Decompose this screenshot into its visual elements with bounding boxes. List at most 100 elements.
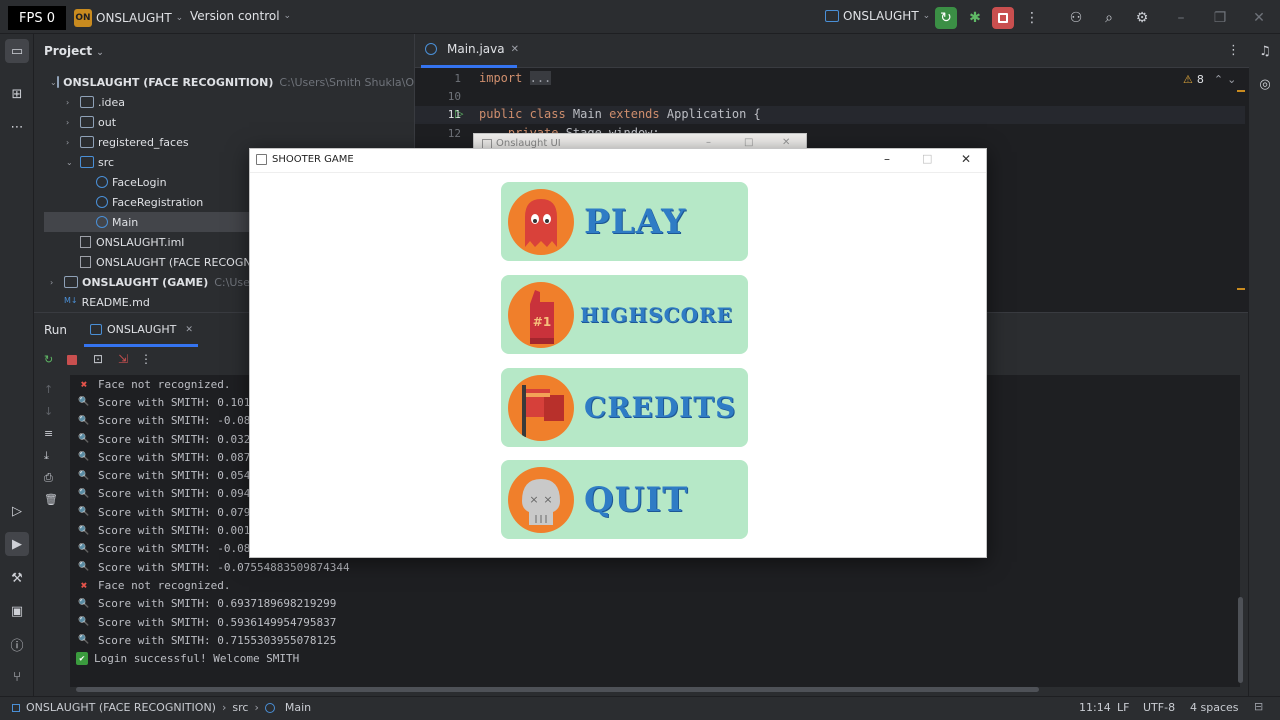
error-cross-icon: ✖ [80, 578, 88, 592]
run-tab[interactable]: Run [44, 323, 67, 337]
add-user-icon[interactable]: ⚇ [1065, 7, 1087, 29]
editor-more-icon[interactable]: ⋮ [1227, 43, 1240, 58]
structure-tool-icon[interactable]: ⊞ [5, 82, 29, 106]
tab-label: Main.java [447, 42, 505, 56]
close-tab-icon[interactable]: ✕ [185, 325, 193, 335]
run-gutter-icon[interactable]: ▷ [455, 107, 463, 120]
caret-position[interactable]: 11:14 [1079, 701, 1111, 714]
tree-item[interactable]: › out [44, 112, 414, 132]
services-tool-icon[interactable]: ▷ [5, 499, 29, 523]
horizontal-scrollbar[interactable] [76, 687, 1039, 692]
magnifier-icon: 🔍 [78, 470, 90, 481]
project-panel-title[interactable]: Project ⌄ [44, 44, 104, 58]
more-options-icon[interactable]: ⋮ [140, 352, 152, 366]
chevron-right-icon[interactable]: › [66, 138, 80, 147]
build-tool-icon[interactable]: ⚒ [5, 566, 29, 590]
clear-console-icon[interactable]: 🗑 [44, 493, 58, 506]
tree-item-label: ONSLAUGHT.iml [96, 235, 185, 249]
soft-wrap-icon[interactable]: ≡ [44, 427, 53, 440]
module-icon [12, 703, 20, 712]
chevron-down-icon[interactable]: ⌄ [50, 78, 57, 87]
close-tab-icon[interactable]: ✕ [511, 44, 519, 55]
terminal-tool-icon[interactable]: ▣ [5, 599, 29, 623]
close-window-icon[interactable]: ✕ [1248, 7, 1270, 29]
close-icon[interactable]: ✕ [782, 137, 790, 148]
exit-icon[interactable]: ⇲ [118, 352, 128, 366]
chevron-down-icon: ⌄ [175, 13, 184, 23]
read-only-icon[interactable]: ⊟ [1254, 700, 1263, 713]
play-button[interactable]: PLAY [501, 182, 748, 261]
run-tool-icon[interactable]: ▶ [5, 532, 29, 556]
debug-icon[interactable]: ✱ [964, 7, 986, 29]
quit-button[interactable]: × × QUIT [501, 460, 748, 539]
project-badge: ON [74, 9, 92, 27]
scroll-down-icon[interactable]: ↓ [44, 405, 53, 418]
svg-text:×: × [529, 493, 538, 506]
console-line-text: Score with SMITH: -0.07554883509874344 [98, 560, 350, 574]
line-separator[interactable]: LF [1117, 701, 1129, 714]
minimize-icon[interactable]: – [884, 152, 890, 166]
rerun-icon[interactable]: ↻ [44, 353, 53, 366]
minimize-icon[interactable]: – [706, 137, 711, 148]
vertical-scrollbar[interactable] [1238, 597, 1243, 683]
notifications-icon[interactable]: ♫ [1253, 39, 1277, 63]
chevron-right-icon[interactable]: › [66, 118, 80, 127]
quit-label: QUIT [584, 479, 689, 520]
highscore-button[interactable]: #1 HIGHSCORE [501, 275, 748, 354]
project-tool-icon[interactable]: ▭ [5, 39, 29, 63]
git-tool-icon[interactable]: ⑂ [5, 665, 29, 689]
restore-window-icon[interactable]: ❐ [1209, 7, 1231, 29]
active-tab-indicator [421, 65, 517, 68]
breadcrumb-module[interactable]: ONSLAUGHT (FACE RECOGNITION) [26, 701, 216, 714]
credits-button[interactable]: CREDITS [501, 368, 748, 447]
breadcrumb-src[interactable]: src [232, 701, 248, 714]
console-line: ✖ Face not recognized. [76, 576, 1226, 594]
skull-icon: × × [508, 466, 574, 533]
more-tools-icon[interactable]: ⋯ [5, 115, 29, 139]
breadcrumb-main[interactable]: Main [285, 701, 311, 714]
minimize-window-icon[interactable]: – [1170, 7, 1192, 29]
tree-item-label: FaceLogin [112, 175, 167, 189]
tree-item-label: .idea [98, 95, 126, 109]
run-config-selector[interactable]: ONSLAUGHT ⌄ [825, 9, 930, 23]
maximize-icon[interactable]: □ [922, 152, 932, 165]
file-encoding[interactable]: UTF-8 [1143, 701, 1175, 714]
chevron-right-icon[interactable]: › [66, 98, 80, 107]
indent-setting[interactable]: 4 spaces [1190, 701, 1239, 714]
chevron-right-icon[interactable]: › [50, 278, 64, 287]
scroll-up-icon[interactable]: ↑ [44, 383, 53, 396]
scroll-to-end-icon[interactable]: ⤓ [44, 449, 49, 463]
rerun-icon[interactable]: ↻ [935, 7, 957, 29]
problems-tool-icon[interactable]: ⓘ [5, 632, 29, 656]
folder-icon [80, 156, 94, 168]
version-control-menu[interactable]: Version control ⌄ [190, 9, 291, 23]
console-line-text: Score with SMITH: 0.6937189698219299 [98, 597, 337, 611]
tree-item[interactable]: Main [44, 212, 258, 232]
game-title: SHOOTER GAME [256, 154, 354, 165]
tree-item-label: Main [112, 215, 139, 229]
magnifier-icon: 🔍 [78, 452, 90, 463]
chevron-down-icon[interactable]: ⌄ [66, 158, 80, 167]
inspection-widget[interactable]: ⚠ 8 ⌃ ⌄ [1183, 73, 1236, 86]
chevron-down-icon: ⌄ [922, 11, 931, 21]
ai-assistant-icon[interactable]: ◎ [1253, 72, 1277, 96]
project-switcher[interactable]: ON ONSLAUGHT ⌄ [74, 9, 183, 27]
tree-item-label: out [98, 115, 117, 129]
console-line-text: Face not recognized. [98, 377, 231, 391]
maximize-icon[interactable]: □ [744, 137, 753, 148]
java-class-icon [425, 43, 437, 55]
tree-item[interactable]: ⌄ ONSLAUGHT (FACE RECOGNITION) C:\Users\Sm… [44, 72, 414, 92]
line-number: 10 [447, 90, 461, 103]
close-icon[interactable]: ✕ [961, 152, 971, 166]
camera-icon[interactable]: ⊡ [93, 352, 103, 366]
tab-onslaught-run[interactable]: ONSLAUGHT ✕ [90, 323, 193, 336]
stop-icon[interactable] [67, 355, 77, 365]
tab-main-java[interactable]: Main.java ✕ [425, 42, 519, 56]
tree-item-path: C:\Users\Smith Shukla\O [279, 75, 414, 89]
print-icon[interactable]: ⎙ [44, 471, 53, 485]
more-options-icon[interactable]: ⋮ [1021, 7, 1043, 29]
tree-item[interactable]: › .idea [44, 92, 414, 112]
stop-button[interactable] [992, 7, 1014, 29]
search-icon[interactable]: ⌕ [1098, 7, 1120, 29]
settings-gear-icon[interactable]: ⚙ [1131, 7, 1153, 29]
